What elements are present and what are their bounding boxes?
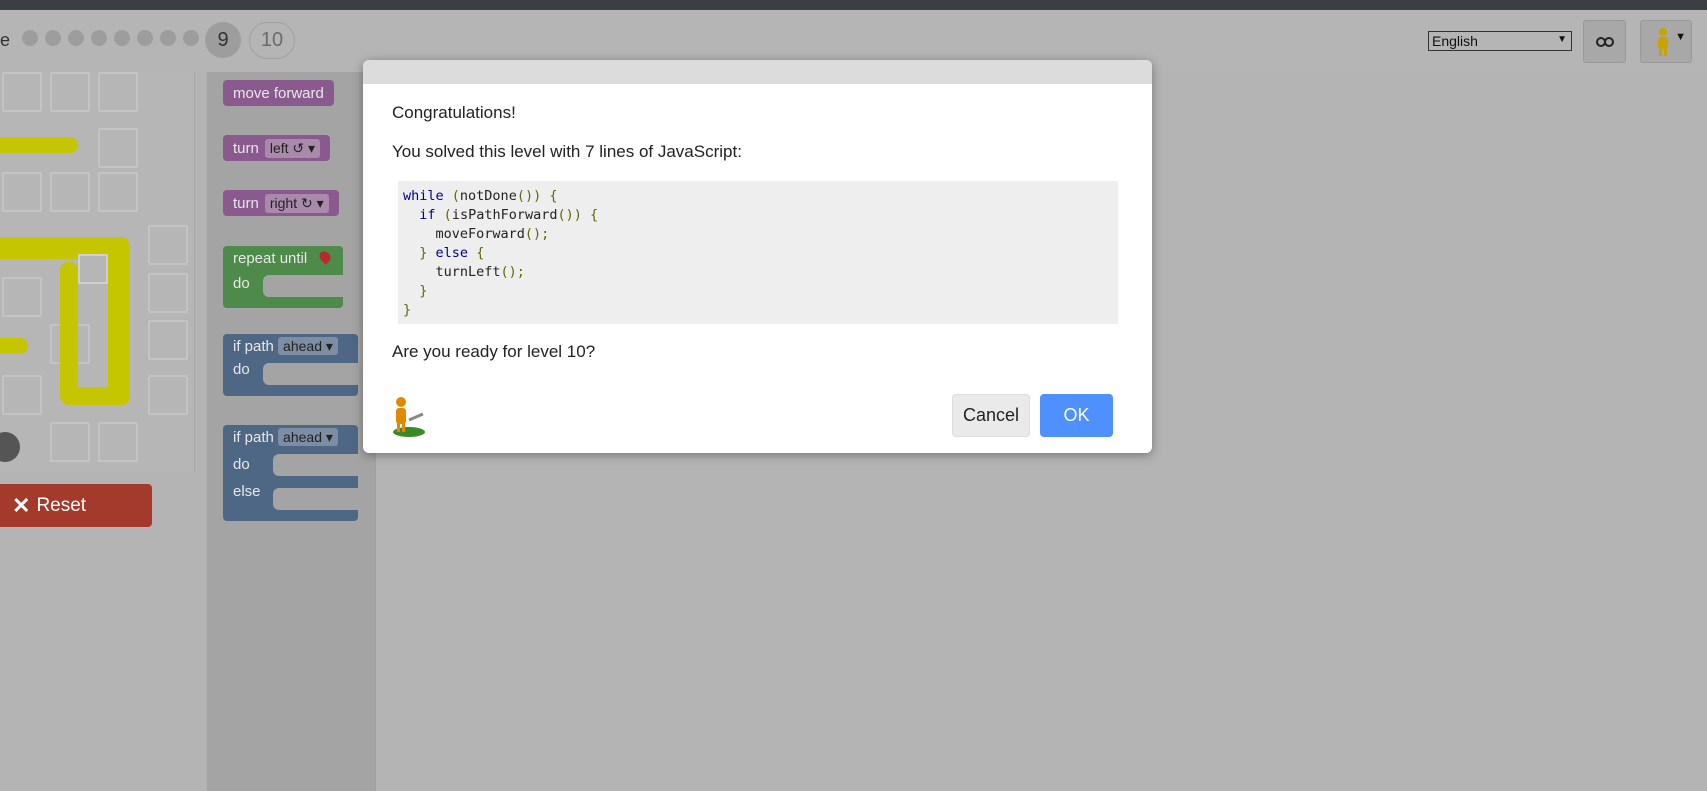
dialog-summary: You solved this level with 7 lines of Ja… <box>392 142 742 161</box>
code-line: turnLeft(); <box>403 264 525 280</box>
code-listing: while (notDone()) { if (isPathForward())… <box>398 181 1118 324</box>
pegman-icon <box>393 397 425 437</box>
dialog-question: Are you ready for level 10? <box>392 342 596 361</box>
cancel-button[interactable]: Cancel <box>952 394 1030 437</box>
congratulations-dialog: Congratulations! You solved this level w… <box>363 60 1152 453</box>
code-line: } else { <box>419 245 485 261</box>
code-line: while (notDone()) { <box>403 188 558 204</box>
code-line: } <box>403 302 412 318</box>
code-line: if (isPathForward()) { <box>419 207 599 223</box>
modal-overlay: Congratulations! You solved this level w… <box>0 0 1707 791</box>
dialog-header-bar <box>363 60 1152 84</box>
ok-button[interactable]: OK <box>1040 394 1113 437</box>
code-line: } <box>419 283 428 299</box>
code-line: moveForward(); <box>403 226 550 242</box>
dialog-title: Congratulations! <box>392 103 516 122</box>
